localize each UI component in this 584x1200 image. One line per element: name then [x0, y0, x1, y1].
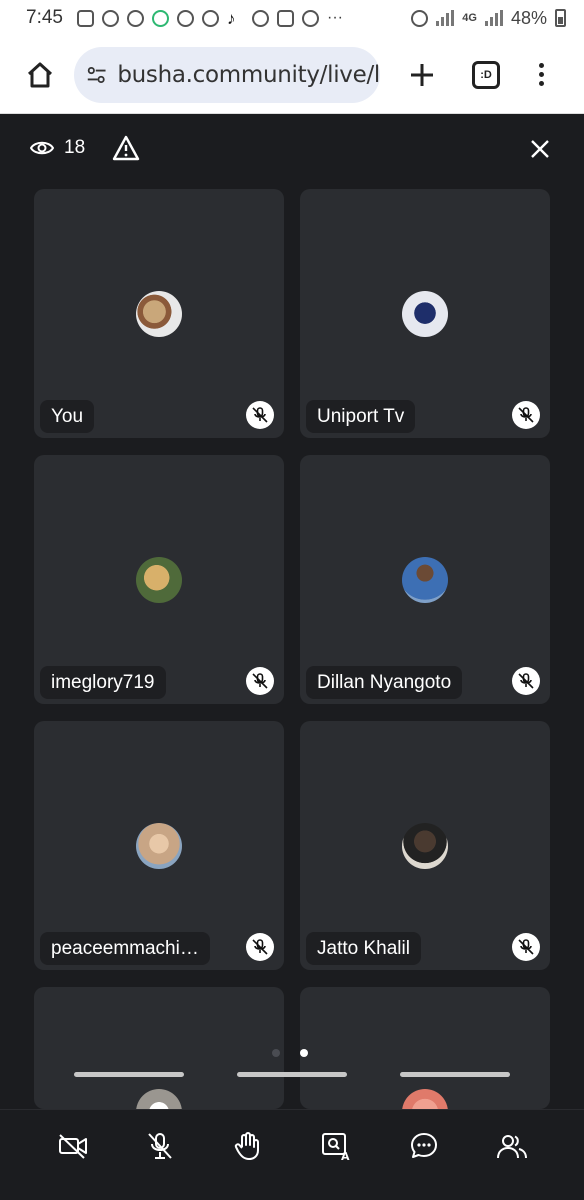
avatar	[402, 823, 448, 869]
battery-percent: 48%	[510, 7, 547, 28]
whatsapp-icon	[176, 9, 194, 27]
instagram-icon	[76, 9, 94, 27]
avatar	[402, 1089, 448, 1109]
participant-name: Dillan Nyangoto	[306, 666, 463, 699]
sync-icon	[151, 9, 169, 27]
participant-tile[interactable]	[300, 987, 550, 1109]
participant-name: Uniport Tv	[306, 400, 416, 433]
browser-toolbar: busha.community/live/l :D	[0, 36, 584, 114]
more-notifications-icon: ···	[326, 9, 343, 26]
tab-switcher-label: :D	[480, 68, 492, 81]
status-right: 4G 48%	[411, 8, 566, 29]
notification-icons: ♪ ···	[76, 8, 343, 28]
mic-off-icon	[148, 1133, 172, 1159]
viewer-count: 18	[64, 137, 86, 158]
whatsapp-business-icon	[126, 9, 144, 27]
participant-tile[interactable]: You	[34, 189, 284, 438]
participant-name: You	[40, 400, 95, 433]
menu-dot	[538, 72, 544, 77]
network-type: 4G	[462, 12, 477, 24]
avatar	[136, 291, 182, 337]
viewer-counter[interactable]: 18	[30, 137, 85, 159]
participant-tile[interactable]: Uniport Tv	[300, 189, 550, 438]
address-bar[interactable]: busha.community/live/l	[74, 46, 380, 103]
youtube-icon	[276, 9, 294, 27]
tab-switcher-button[interactable]: :D	[472, 60, 500, 89]
mic-toggle-button[interactable]	[142, 1128, 178, 1164]
room-header: 18	[0, 115, 584, 185]
status-time: 7:45	[26, 7, 63, 28]
signal-icon	[436, 10, 455, 26]
participant-name: Jatto Khalil	[306, 932, 421, 965]
muted-indicator	[512, 933, 540, 961]
camera-off-icon	[59, 1134, 87, 1159]
call-toolbar: A	[0, 1109, 584, 1181]
avatar	[136, 823, 182, 869]
site-settings-icon[interactable]	[86, 63, 107, 87]
chat-button[interactable]	[406, 1128, 442, 1164]
participant-tile[interactable]	[34, 987, 284, 1109]
menu-dot	[538, 81, 544, 86]
participants-icon	[497, 1135, 527, 1159]
participant-tile[interactable]: peaceemmachi…	[34, 721, 284, 970]
home-button[interactable]	[20, 55, 60, 95]
participant-tile[interactable]: Jatto Khalil	[300, 721, 550, 970]
snapchat-icon	[301, 9, 319, 27]
avatar	[136, 557, 182, 603]
mic-off-icon	[252, 939, 268, 955]
menu-dot	[538, 63, 544, 68]
mic-off-icon	[518, 673, 534, 689]
battery-icon	[555, 9, 566, 27]
audio-icon	[101, 9, 119, 27]
raise-hand-button[interactable]	[230, 1128, 266, 1164]
mic-off-icon	[518, 939, 534, 955]
muted-indicator	[512, 401, 540, 429]
mic-off-icon	[518, 407, 534, 423]
muted-indicator	[246, 401, 274, 429]
status-bar: 7:45 ♪ ··· 4G 48%	[0, 0, 584, 36]
page-dot-active[interactable]	[300, 1049, 308, 1057]
nav-recents-bar[interactable]	[74, 1072, 184, 1077]
snapchat-icon	[201, 9, 219, 27]
tiktok-icon: ♪	[226, 8, 236, 28]
live-room: 18 You Uniport Tv imeglory719 Dillan Nya…	[0, 115, 584, 1200]
signal-icon	[484, 10, 503, 26]
svg-text:A: A	[341, 1150, 350, 1161]
avatar	[402, 291, 448, 337]
avatar	[402, 557, 448, 603]
nav-home-bar[interactable]	[237, 1072, 347, 1077]
muted-indicator	[246, 933, 274, 961]
muted-indicator	[246, 667, 274, 695]
participant-tile[interactable]: Dillan Nyangoto	[300, 455, 550, 704]
screen-share-icon: A	[322, 1133, 350, 1161]
page-dot[interactable]	[272, 1049, 280, 1057]
screen-share-button[interactable]: A	[318, 1128, 354, 1164]
url-text[interactable]: busha.community/live/l	[117, 62, 380, 88]
new-tab-button[interactable]	[402, 55, 442, 95]
raise-hand-icon	[234, 1132, 259, 1160]
browser-menu-button[interactable]	[536, 63, 546, 86]
page-indicator[interactable]	[272, 1049, 308, 1057]
participant-name: peaceemmachi…	[40, 932, 210, 965]
alarm-icon	[411, 9, 429, 27]
participants-button[interactable]	[494, 1128, 530, 1164]
muted-indicator	[512, 667, 540, 695]
home-icon	[27, 62, 53, 87]
close-button[interactable]	[528, 137, 552, 166]
report-button[interactable]	[112, 135, 140, 166]
chat-icon	[411, 1133, 437, 1158]
snapchat-icon	[251, 9, 269, 27]
warning-icon	[112, 135, 140, 161]
eye-icon	[30, 141, 54, 155]
plus-icon	[411, 63, 433, 86]
participant-tile[interactable]: imeglory719	[34, 455, 284, 704]
nav-back-bar[interactable]	[400, 1072, 510, 1077]
camera-toggle-button[interactable]	[55, 1128, 91, 1164]
mic-off-icon	[252, 673, 268, 689]
mic-off-icon	[252, 407, 268, 423]
avatar	[136, 1089, 182, 1109]
participant-name: imeglory719	[40, 666, 166, 699]
close-icon	[531, 140, 549, 158]
